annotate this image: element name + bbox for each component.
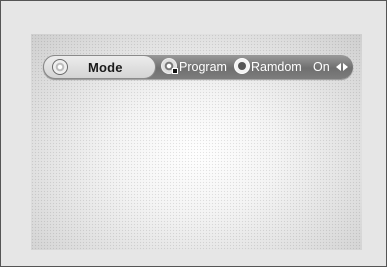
mode-button[interactable]: Mode xyxy=(43,55,156,79)
random-icon[interactable] xyxy=(234,58,250,74)
mode-disc-icon xyxy=(52,59,68,75)
random-option[interactable]: Ramdom xyxy=(251,60,302,74)
mode-label: Mode xyxy=(88,60,123,75)
random-value[interactable]: On xyxy=(313,60,330,74)
program-option[interactable]: Program xyxy=(179,60,227,74)
osd-screen: Mode Program Ramdom On xyxy=(31,34,362,250)
program-sub-icon xyxy=(172,68,178,74)
tv-frame: Mode Program Ramdom On xyxy=(0,0,387,267)
play-mode-bar[interactable]: Mode Program Ramdom On xyxy=(43,55,353,79)
left-right-arrows-icon[interactable] xyxy=(335,60,349,74)
